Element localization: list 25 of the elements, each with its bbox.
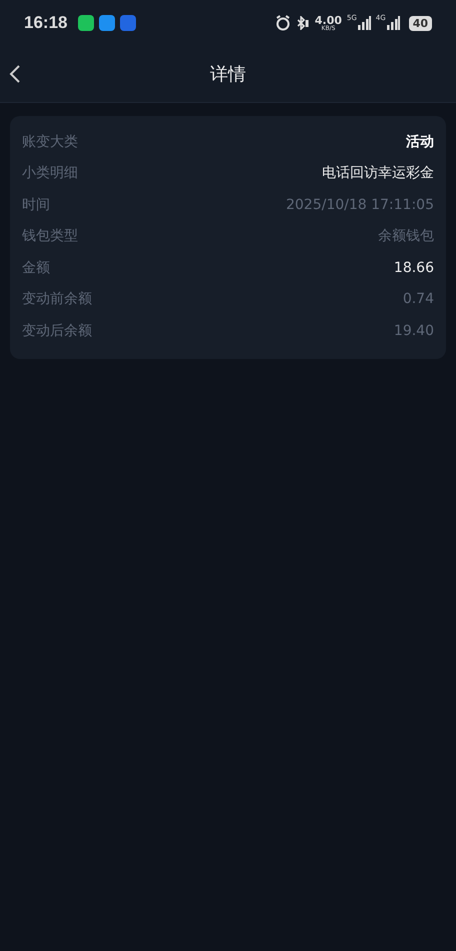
net-speed: 4.00 <box>314 14 342 26</box>
detail-value: 0.74 <box>402 291 434 308</box>
alarm-icon <box>274 15 291 31</box>
battery-level: 40 <box>408 16 432 30</box>
back-icon[interactable] <box>9 64 21 84</box>
signal-icon <box>358 16 371 30</box>
detail-value: 余额钱包 <box>378 227 434 246</box>
detail-value: 活动 <box>406 132 434 151</box>
page-title: 详情 <box>210 63 246 86</box>
detail-label: 小类明细 <box>22 164 78 182</box>
detail-label: 变动后余额 <box>22 322 92 340</box>
detail-label: 账变大类 <box>22 132 78 151</box>
detail-label: 钱包类型 <box>22 227 78 246</box>
app-icon <box>99 15 116 31</box>
detail-label: 金额 <box>22 258 50 277</box>
bluetooth-icon <box>296 16 310 30</box>
detail-label: 时间 <box>22 196 50 214</box>
app-icon <box>120 15 136 31</box>
detail-value: 2025/10/18 17:11:05 <box>286 196 434 213</box>
detail-value: 18.66 <box>394 260 434 276</box>
status-time: 16:18 <box>24 13 68 33</box>
signal-icon <box>386 16 400 30</box>
detail-value: 19.40 <box>394 322 434 339</box>
detail-value: 电话回访幸运彩金 <box>322 164 434 182</box>
detail-label: 变动前余额 <box>22 290 92 308</box>
